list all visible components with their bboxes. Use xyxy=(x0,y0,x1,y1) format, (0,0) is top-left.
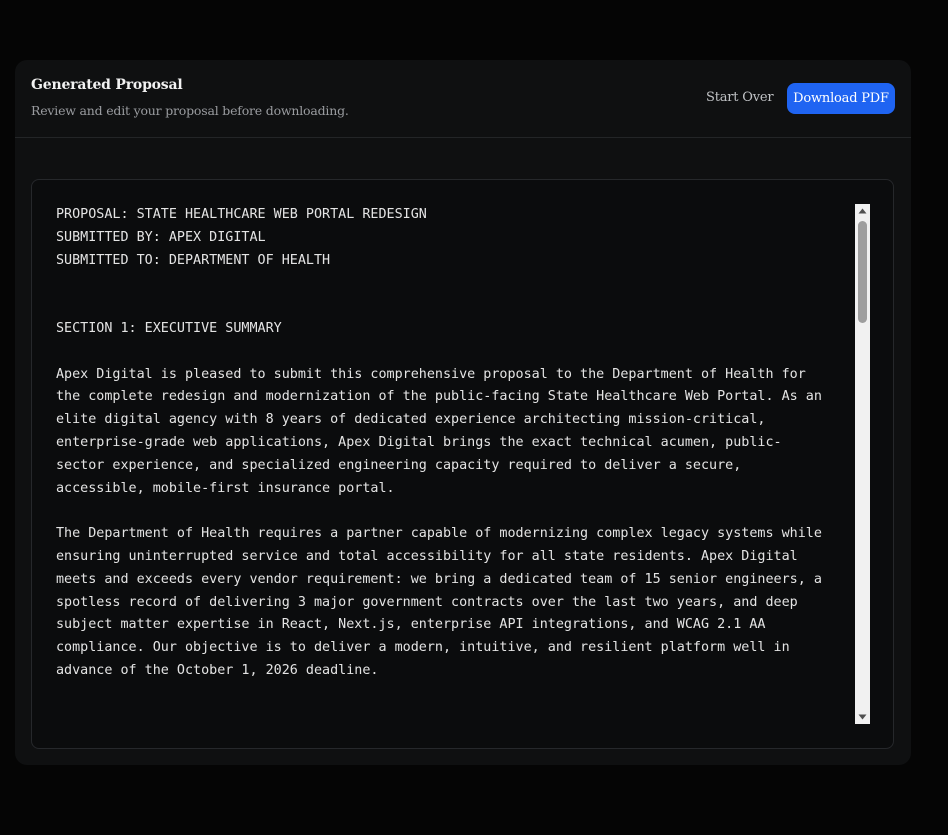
scrollbar-thumb[interactable] xyxy=(858,221,867,323)
scroll-up-arrow-icon[interactable] xyxy=(855,204,870,218)
download-pdf-button[interactable]: Download PDF xyxy=(787,83,895,114)
page-title: Generated Proposal xyxy=(31,77,183,93)
proposal-editor[interactable]: PROPOSAL: STATE HEALTHCARE WEB PORTAL RE… xyxy=(31,179,894,749)
proposal-panel: Generated Proposal Review and edit your … xyxy=(15,60,911,765)
proposal-text[interactable]: PROPOSAL: STATE HEALTHCARE WEB PORTAL RE… xyxy=(56,204,856,724)
start-over-button[interactable]: Start Over xyxy=(698,86,781,110)
page-subtitle: Review and edit your proposal before dow… xyxy=(31,103,349,118)
panel-header: Generated Proposal Review and edit your … xyxy=(15,60,911,138)
scroll-down-arrow-icon[interactable] xyxy=(855,710,870,724)
editor-scrollbar[interactable] xyxy=(855,204,870,724)
